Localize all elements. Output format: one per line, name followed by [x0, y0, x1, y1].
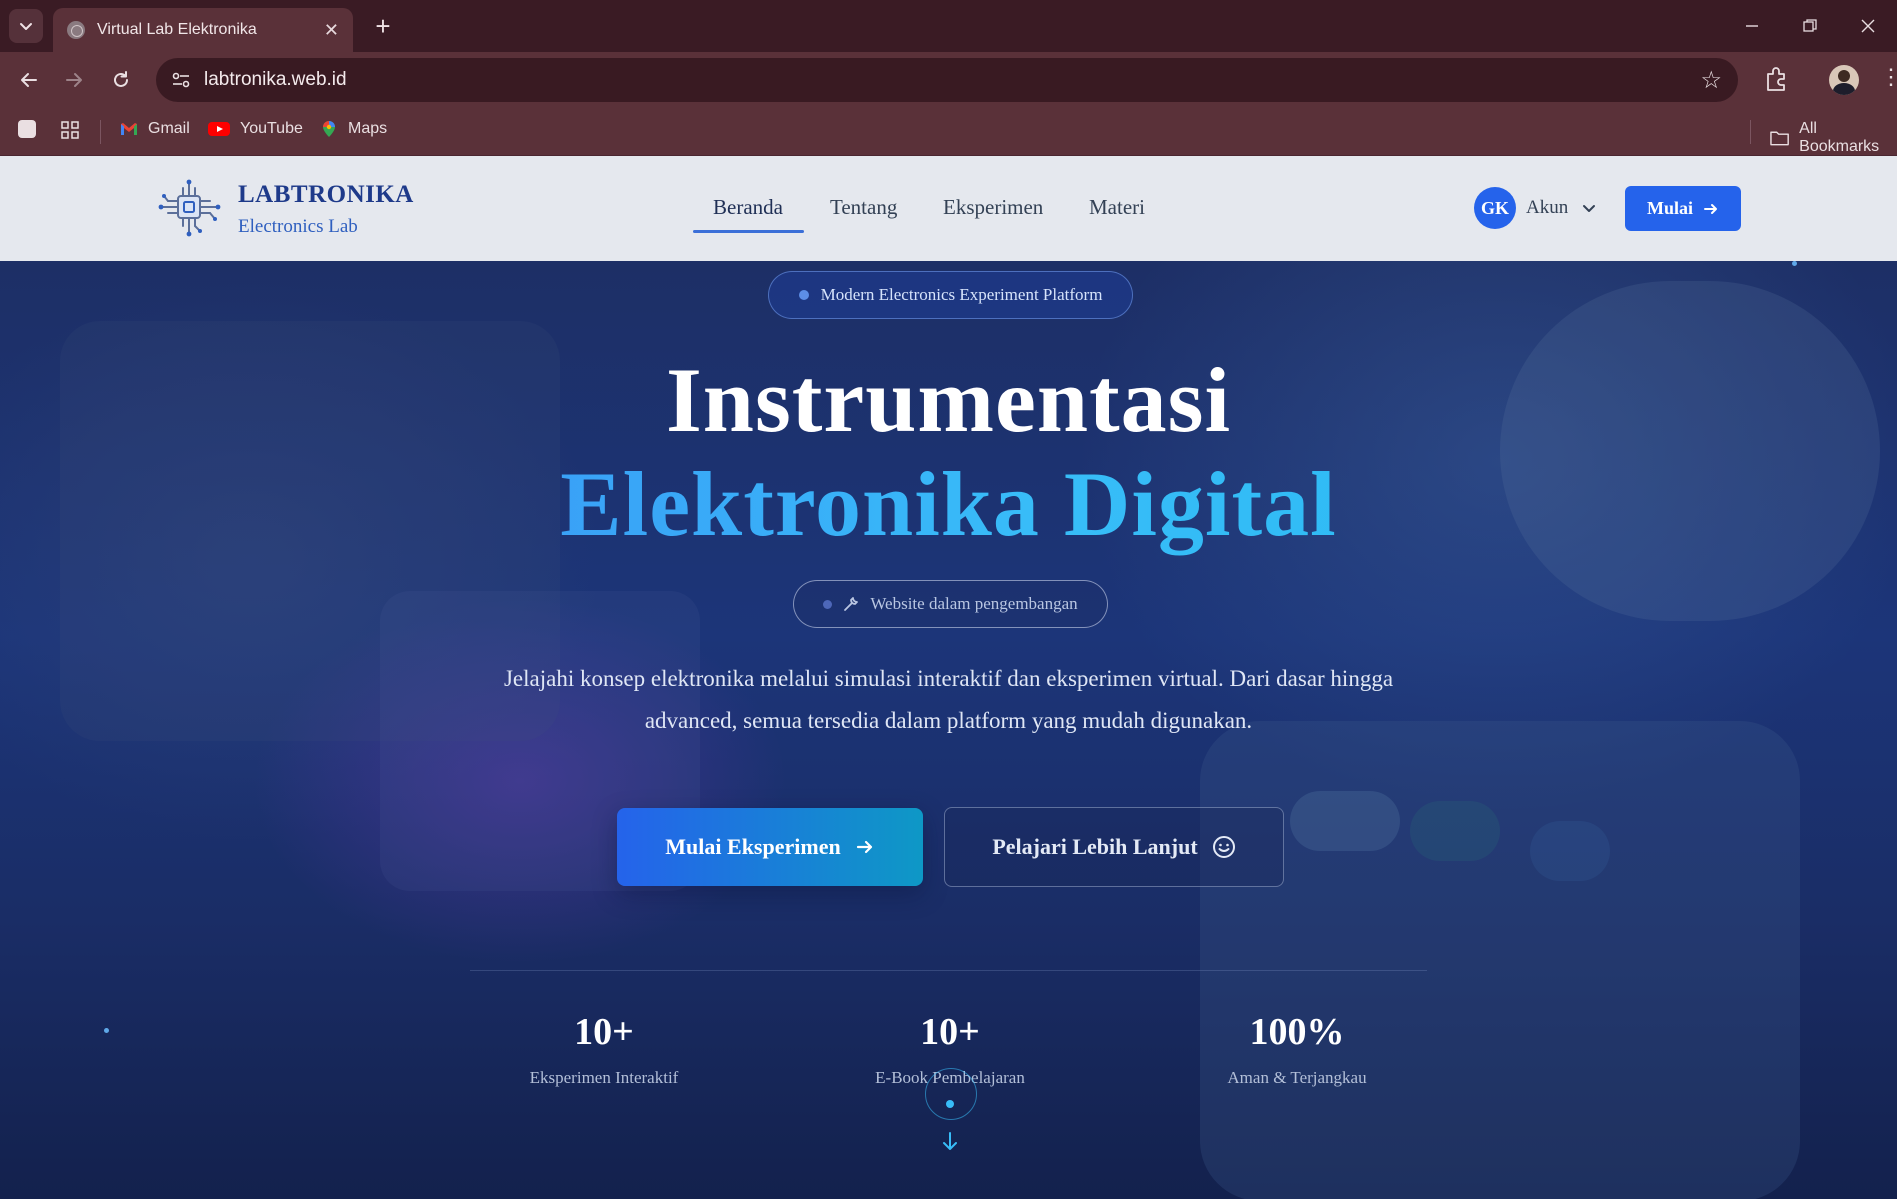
arrow-down-icon[interactable]: [939, 1130, 961, 1154]
close-icon: [1861, 19, 1875, 33]
tab-title: Virtual Lab Elektronika: [97, 21, 257, 38]
tab-groups-button[interactable]: [18, 120, 36, 138]
nav-eksperimen[interactable]: Eksperimen: [943, 195, 1043, 220]
platform-badge: Modern Electronics Experiment Platform: [768, 271, 1133, 319]
hero-title-line2: Elektronika Digital: [0, 451, 1897, 557]
bookmarks-divider: [1750, 120, 1751, 144]
development-badge: Website dalam pengembangan: [793, 580, 1108, 628]
scroll-indicator-ring[interactable]: [925, 1068, 977, 1120]
bookmark-youtube[interactable]: YouTube: [208, 120, 303, 138]
badge-dot: [798, 290, 809, 300]
arrow-right-icon: [66, 73, 82, 87]
stats-divider: [470, 970, 1427, 971]
circuit-chip-logo-icon[interactable]: [158, 178, 222, 240]
bookmark-gmail[interactable]: Gmail: [120, 120, 190, 138]
youtube-icon: [208, 122, 230, 136]
background-equipment-shape: [1410, 801, 1500, 861]
active-nav-indicator: [693, 230, 804, 233]
chevron-down-icon: [20, 23, 32, 30]
all-bookmarks-label: All Bookmarks: [1799, 120, 1880, 155]
user-avatar[interactable]: GK: [1474, 187, 1516, 229]
window-controls: [1723, 0, 1897, 52]
close-window-button[interactable]: [1839, 0, 1897, 52]
bookmark-maps[interactable]: Maps: [320, 120, 387, 138]
forward-button[interactable]: [58, 64, 90, 96]
stat-label: Aman & Terjangkau: [1227, 1068, 1367, 1087]
browser-tab[interactable]: Virtual Lab Elektronika ✕: [53, 8, 353, 52]
close-tab-icon[interactable]: ✕: [324, 20, 339, 41]
stat-value: 100%: [1249, 1011, 1345, 1053]
decorative-dot: [104, 1028, 109, 1033]
arrow-right-icon: [856, 840, 872, 854]
extensions-icon[interactable]: [1760, 64, 1792, 96]
nav-beranda[interactable]: Beranda: [713, 195, 783, 220]
nav-tentang[interactable]: Tentang: [830, 195, 897, 220]
learn-more-button[interactable]: Pelajari Lebih Lanjut: [944, 807, 1284, 887]
stat-value: 10+: [574, 1011, 634, 1053]
start-experiment-button[interactable]: Mulai Eksperimen: [617, 808, 923, 886]
mulai-button-label: Mulai: [1646, 198, 1693, 218]
reload-icon: [114, 71, 128, 87]
decorative-dot: [1792, 261, 1797, 266]
back-button[interactable]: [13, 64, 45, 96]
maps-icon: [323, 121, 335, 137]
bookmarks-divider: [100, 120, 101, 144]
restore-icon: [1803, 19, 1817, 32]
wrench-icon: [844, 597, 859, 611]
arrow-right-icon: [1704, 203, 1717, 214]
profile-avatar[interactable]: [1829, 65, 1859, 95]
bookmark-label: YouTube: [240, 120, 303, 137]
square-icon: [18, 120, 36, 138]
background-equipment-shape: [1290, 791, 1400, 851]
stat-safety: 100% Aman & Terjangkau: [1147, 1010, 1447, 1088]
minimize-icon: [1746, 25, 1758, 27]
smile-icon: [1212, 836, 1235, 858]
address-bar[interactable]: labtronika.web.id ☆: [156, 58, 1738, 102]
stat-label: Eksperimen Interaktif: [529, 1068, 679, 1087]
learn-more-label: Pelajari Lebih Lanjut: [992, 834, 1198, 859]
hero-title-line1: Instrumentasi: [665, 349, 1232, 451]
arrow-left-icon: [21, 73, 37, 87]
bookmark-label: Gmail: [148, 120, 190, 137]
all-bookmarks-button[interactable]: All Bookmarks: [1770, 120, 1897, 156]
restore-button[interactable]: [1781, 0, 1839, 52]
browser-toolbar: labtronika.web.id ☆ ⋮: [0, 52, 1897, 108]
tab-search-button[interactable]: [9, 9, 43, 43]
mulai-button[interactable]: Mulai: [1625, 186, 1741, 231]
scroll-indicator-dot: [946, 1100, 954, 1108]
url-text[interactable]: labtronika.web.id: [204, 69, 347, 91]
browser-menu-icon[interactable]: ⋮: [1880, 64, 1897, 90]
apps-grid-icon: [61, 121, 79, 139]
badge-dot: [823, 599, 833, 609]
chevron-down-icon[interactable]: [1580, 199, 1598, 217]
brand-subtitle: Electronics Lab: [238, 216, 358, 237]
account-menu-label[interactable]: Akun: [1526, 197, 1568, 219]
bookmark-star-icon[interactable]: ☆: [1700, 66, 1722, 95]
background-equipment-shape: [1530, 821, 1610, 881]
new-tab-button[interactable]: +: [368, 11, 398, 41]
background-equipment-shape: [1200, 721, 1800, 1199]
stat-experiments: 10+ Eksperimen Interaktif: [454, 1010, 754, 1088]
brand-name[interactable]: LABTRONIKA: [238, 181, 414, 209]
development-badge-text: Website dalam pengembangan: [870, 594, 1078, 613]
apps-button[interactable]: [60, 120, 80, 140]
stat-value: 10+: [920, 1011, 980, 1053]
browser-tab-bar: Virtual Lab Elektronika ✕ +: [0, 0, 1897, 52]
nav-materi[interactable]: Materi: [1089, 195, 1145, 220]
gmail-icon: [121, 123, 137, 135]
bookmarks-bar: Gmail YouTube Maps All Bookmarks: [0, 108, 1897, 156]
site-info-icon[interactable]: [170, 69, 192, 91]
start-experiment-label: Mulai Eksperimen: [665, 834, 841, 859]
folder-icon: [1770, 131, 1789, 146]
reload-button[interactable]: [105, 64, 137, 96]
minimize-button[interactable]: [1723, 0, 1781, 52]
bookmark-label: Maps: [348, 120, 388, 137]
platform-badge-text: Modern Electronics Experiment Platform: [820, 285, 1103, 304]
globe-icon: [67, 21, 85, 39]
hero-description: Jelajahi konsep elektronika melalui simu…: [503, 666, 1394, 733]
